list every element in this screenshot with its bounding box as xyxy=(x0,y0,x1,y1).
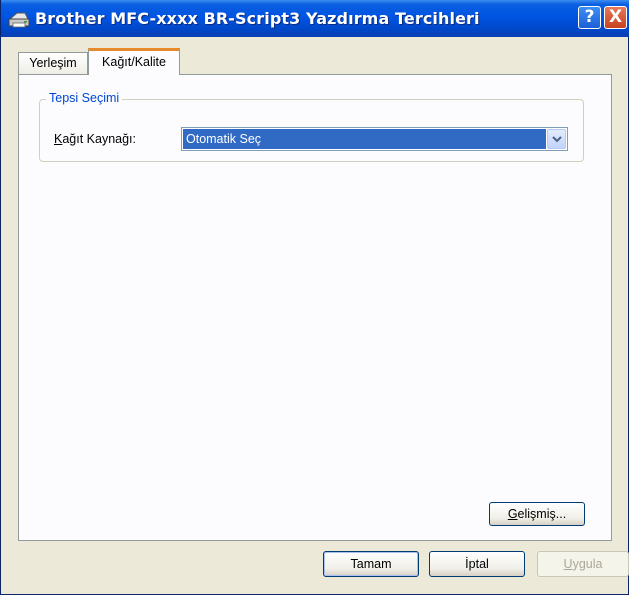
advanced-button[interactable]: Gelişmiş... xyxy=(489,502,585,526)
close-icon[interactable]: X xyxy=(604,6,627,29)
paper-source-value: Otomatik Seç xyxy=(183,129,546,149)
tab-yerlesim[interactable]: Yerleşim xyxy=(18,52,88,74)
advanced-button-text: elişmiş... xyxy=(517,507,567,521)
help-icon[interactable]: ? xyxy=(578,6,601,29)
paper-source-label-text: ağıt Kaynağı: xyxy=(62,132,137,146)
paper-source-select[interactable]: Otomatik Seç xyxy=(181,127,568,151)
printer-icon xyxy=(7,9,31,29)
apply-button-text: ygula xyxy=(572,557,603,571)
title-bar[interactable]: Brother MFC-xxxx BR-Script3 Yazdırma Ter… xyxy=(1,0,629,37)
ok-button[interactable]: Tamam xyxy=(323,551,419,577)
apply-button[interactable]: Uygula xyxy=(537,551,629,577)
dropdown-arrow-icon[interactable] xyxy=(547,129,566,149)
apply-button-accel: U xyxy=(563,557,573,571)
tab-panel: Tepsi Seçimi Kağıt Kaynağı: Otomatik Seç… xyxy=(18,74,612,541)
cancel-button[interactable]: İptal xyxy=(429,551,525,577)
group-title: Tepsi Seçimi xyxy=(46,91,123,105)
tray-selection-group: Tepsi Seçimi Kağıt Kaynağı: Otomatik Seç xyxy=(39,91,584,162)
paper-source-label: Kağıt Kaynağı: xyxy=(54,132,136,146)
tab-kagit-kalite[interactable]: Kağıt/Kalite xyxy=(88,48,180,75)
print-preferences-dialog: Brother MFC-xxxx BR-Script3 Yazdırma Ter… xyxy=(0,0,629,595)
window-title: Brother MFC-xxxx BR-Script3 Yazdırma Ter… xyxy=(35,9,480,28)
advanced-button-accel: G xyxy=(507,507,518,521)
